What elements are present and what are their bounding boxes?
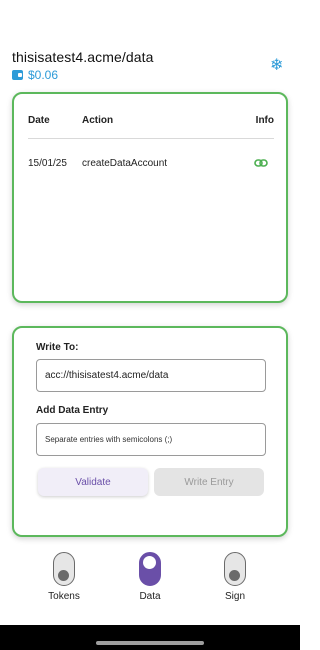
bottom-tab-bar: Tokens Data Sign <box>0 552 300 608</box>
system-bottom-bar <box>0 625 300 650</box>
tab-tokens-label: Tokens <box>48 591 80 602</box>
data-entry-input[interactable] <box>36 423 266 456</box>
write-to-field[interactable] <box>36 359 266 392</box>
row-action: createDataAccount <box>82 158 168 169</box>
tab-data-label: Data <box>139 591 161 602</box>
row-date: 15/01/25 <box>28 158 67 169</box>
add-data-entry-label: Add Data Entry <box>36 405 109 416</box>
column-header-date: Date <box>28 115 50 126</box>
balance-amount: $0.06 <box>28 68 59 82</box>
snowflake-icon[interactable]: ❄ <box>270 58 283 74</box>
validate-button[interactable]: Validate <box>38 468 148 496</box>
tab-tokens[interactable]: Tokens <box>34 552 94 608</box>
tokens-toggle-icon <box>53 552 75 586</box>
account-name: thisisatest4.acme/data <box>12 49 154 65</box>
status-bar <box>0 0 300 40</box>
table-header: Date Action Info <box>28 115 274 139</box>
wallet-icon <box>12 70 23 80</box>
column-header-action: Action <box>82 115 114 126</box>
sign-toggle-icon <box>224 552 246 586</box>
column-header-info: Info <box>255 115 274 126</box>
write-to-label: Write To: <box>36 342 79 353</box>
balance-row: $0.06 <box>12 68 288 82</box>
home-indicator[interactable] <box>96 641 204 645</box>
link-icon[interactable] <box>254 158 268 168</box>
tab-sign-label: Sign <box>224 591 245 602</box>
table-row: 15/01/25 createDataAccount <box>28 158 274 172</box>
tab-data[interactable]: Data <box>120 552 180 608</box>
history-card: Date Action Info 15/01/25 createDataAcco… <box>12 92 288 303</box>
data-toggle-icon <box>139 552 161 586</box>
tab-sign[interactable]: Sign <box>205 552 265 608</box>
write-entry-button[interactable]: Write Entry <box>154 468 264 496</box>
write-data-card: Write To: Add Data Entry Validate Write … <box>12 326 288 537</box>
account-header: thisisatest4.acme/data $0.06 <box>12 49 288 82</box>
